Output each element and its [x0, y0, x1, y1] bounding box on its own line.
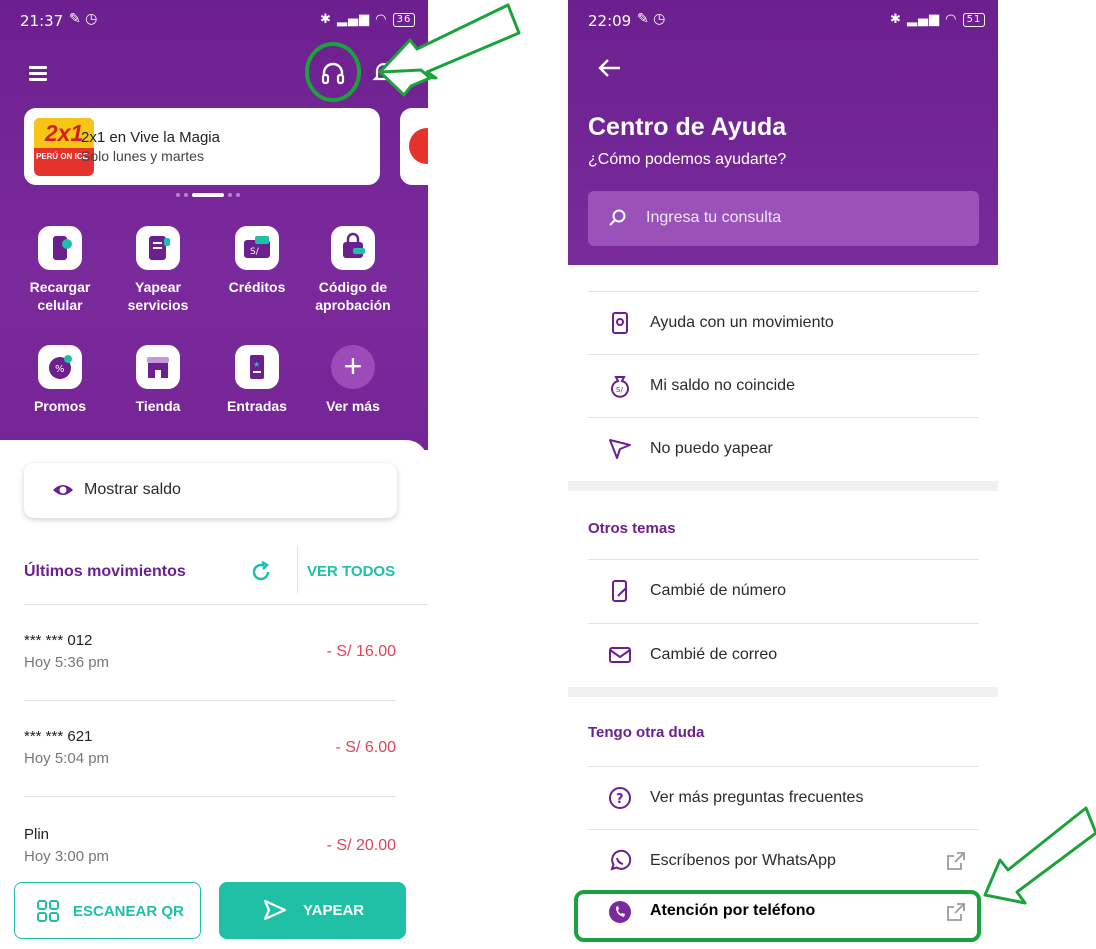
credit-icon: S/: [235, 226, 279, 270]
movement-name: *** *** 621: [24, 728, 93, 745]
page-subtitle: ¿Cómo podemos ayudarte?: [588, 151, 787, 168]
back-arrow-icon[interactable]: [598, 58, 622, 78]
help-item-movimiento[interactable]: Ayuda con un movimiento: [588, 292, 979, 354]
service-tienda[interactable]: Tienda: [113, 345, 203, 415]
movement-time: Hoy 5:36 pm: [24, 654, 110, 671]
status-signal: ✱ ▂▄▆ ◠ 51: [890, 12, 986, 27]
phone-call-icon: [609, 901, 631, 923]
bill-icon: [136, 226, 180, 270]
header-divider: [297, 545, 298, 593]
movements-title: Últimos movimientos: [24, 563, 186, 580]
show-balance-button[interactable]: Mostrar saldo: [24, 463, 397, 518]
battery-icon: 51: [962, 12, 986, 27]
ticket-icon: ★: [235, 345, 279, 389]
svg-text:%: %: [55, 364, 65, 375]
status-time: 21:37: [20, 12, 64, 30]
svg-text:★: ★: [253, 360, 260, 369]
search-input[interactable]: Ingresa tu consulta: [588, 191, 979, 246]
promo-icon: %: [38, 345, 82, 389]
service-entradas[interactable]: ★ Entradas: [212, 345, 302, 415]
service-ver-mas[interactable]: + Ver más: [308, 345, 398, 415]
service-yapear-servicios[interactable]: Yapear servicios: [113, 226, 203, 314]
promo-title: 2x1 en Vive la Magia: [81, 129, 220, 146]
promo-card-next[interactable]: [400, 108, 428, 185]
promo-card[interactable]: 2x1 PERÚ ON ICE: [24, 108, 380, 185]
yapear-button[interactable]: YAPEAR: [219, 882, 406, 939]
status-icons: ✎ ◷: [69, 11, 98, 27]
help-item-cambie-correo[interactable]: Cambié de correo: [588, 624, 979, 686]
store-icon: [136, 345, 180, 389]
section-otros-temas: Otros temas: [588, 520, 676, 537]
service-promos[interactable]: % Promos: [15, 345, 105, 415]
qr-icon: [37, 900, 59, 922]
question-icon: ?: [609, 787, 631, 809]
status-time: 22:09: [588, 12, 632, 30]
movement-amount: - S/ 16.00: [326, 643, 396, 660]
carousel-dots: [176, 193, 244, 197]
help-item-cambie-numero[interactable]: Cambié de número: [588, 560, 979, 622]
scan-qr-button[interactable]: ESCANEAR QR: [14, 882, 201, 939]
plus-icon: +: [331, 345, 375, 389]
movement-help-icon: [612, 312, 628, 334]
phone-recharge-icon: [38, 226, 82, 270]
svg-text:S/: S/: [250, 247, 260, 257]
help-item-telefono[interactable]: Atención por teléfono: [588, 887, 979, 939]
peru-on-ice-logo: 2x1 PERÚ ON ICE: [34, 118, 94, 176]
eye-icon: [53, 485, 73, 495]
refresh-icon[interactable]: [248, 559, 274, 585]
help-item-saldo[interactable]: S/ Mi saldo no coincide: [588, 355, 979, 417]
help-item-whatsapp[interactable]: Escríbenos por WhatsApp: [588, 830, 979, 892]
section-tengo-otra-duda: Tengo otra duda: [588, 724, 705, 741]
service-codigo-aprobacion[interactable]: Código de aprobación: [308, 226, 398, 314]
headset-icon[interactable]: [319, 60, 347, 88]
help-item-no-puedo-yapear[interactable]: No puedo yapear: [588, 418, 979, 480]
status-icons: ✎ ◷: [637, 11, 666, 27]
svg-text:?: ?: [616, 792, 624, 807]
send-icon: [609, 439, 631, 459]
money-bag-icon: S/: [611, 376, 629, 398]
service-recargar-celular[interactable]: Recargar celular: [15, 226, 105, 314]
movement-time: Hoy 5:04 pm: [24, 750, 110, 767]
movement-amount: - S/ 20.00: [326, 837, 396, 854]
help-center-screen: 22:09 ✎ ◷ ✱ ▂▄▆ ◠ 51 Centro de Ayuda ¿Có…: [568, 0, 998, 949]
see-all-link[interactable]: VER TODOS: [307, 563, 395, 580]
movement-name: Plin: [24, 826, 50, 843]
yape-home-screen: 21:37 ✎ ◷ ✱ ▂▄▆ ◠ 36 2x1 PERÚ ON ICE 2x1…: [0, 0, 428, 949]
arrow-annotation: [983, 806, 1096, 905]
status-signal: ✱ ▂▄▆ ◠ 36: [320, 12, 416, 27]
search-icon: [609, 209, 626, 226]
battery-icon: 36: [392, 12, 416, 27]
external-link-icon: [947, 852, 965, 870]
movement-name: *** *** 012: [24, 632, 93, 649]
bell-icon[interactable]: [370, 58, 398, 86]
phone-edit-icon: [612, 580, 627, 602]
service-creditos[interactable]: S/ Créditos: [212, 226, 302, 296]
whatsapp-icon: [610, 849, 632, 871]
help-item-preguntas-frecuentes[interactable]: ? Ver más preguntas frecuentes: [588, 767, 979, 829]
page-title: Centro de Ayuda: [588, 113, 787, 141]
movement-amount: - S/ 6.00: [335, 739, 396, 756]
promo-subtitle: Solo lunes y martes: [81, 148, 204, 164]
svg-text:S/: S/: [616, 386, 623, 394]
movement-time: Hoy 3:00 pm: [24, 848, 110, 865]
send-icon: [263, 899, 287, 921]
external-link-icon: [947, 903, 965, 921]
menu-icon[interactable]: [29, 66, 47, 81]
mail-icon: [609, 647, 631, 663]
approval-code-icon: [331, 226, 375, 270]
